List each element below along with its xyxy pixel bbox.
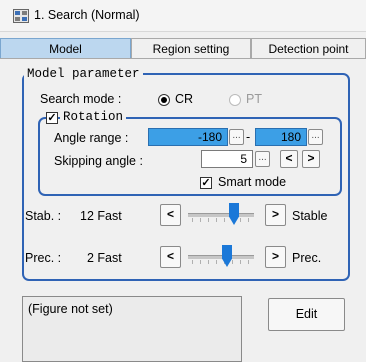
stab-decrease-button[interactable]: < bbox=[160, 204, 181, 226]
prec-increase-button[interactable]: > bbox=[265, 246, 286, 268]
stab-label: Stab. : bbox=[25, 209, 62, 223]
smart-mode-checkbox[interactable]: ✓ bbox=[200, 177, 212, 189]
prec-right-label: Prec. bbox=[292, 251, 322, 265]
tab-underline bbox=[0, 58, 366, 59]
prec-slider-track bbox=[188, 255, 254, 259]
angle-min-edit-button[interactable]: ... bbox=[229, 129, 244, 145]
rotation-legend: Rotation bbox=[60, 110, 127, 124]
model-parameter-legend: Model parameter bbox=[24, 67, 143, 81]
stab-value: 12 Fast bbox=[80, 209, 122, 223]
tab-detection-point[interactable]: Detection point bbox=[251, 38, 366, 59]
window-title: 1. Search (Normal) bbox=[34, 8, 140, 22]
angle-max-edit-button[interactable]: ... bbox=[308, 129, 323, 145]
skipping-angle-label: Skipping angle : bbox=[54, 154, 143, 168]
search-mode-pt-label[interactable]: PT bbox=[246, 92, 262, 106]
skipping-angle-field[interactable]: 5 bbox=[201, 150, 253, 168]
search-mode-cr-radio[interactable] bbox=[158, 94, 170, 106]
prec-slider[interactable] bbox=[188, 244, 254, 270]
skipping-angle-increase-button[interactable]: > bbox=[302, 150, 320, 168]
search-mode-cr-label[interactable]: CR bbox=[175, 92, 193, 106]
stab-slider-ticks bbox=[192, 218, 250, 222]
angle-max-field[interactable]: 180 bbox=[255, 128, 307, 146]
title-bar: 1. Search (Normal) bbox=[0, 0, 366, 32]
prec-decrease-button[interactable]: < bbox=[160, 246, 181, 268]
angle-min-field[interactable]: -180 bbox=[148, 128, 228, 146]
stab-right-label: Stable bbox=[292, 209, 328, 223]
skipping-angle-edit-button[interactable]: ... bbox=[255, 151, 270, 167]
search-window-icon bbox=[13, 9, 29, 23]
angle-range-label: Angle range : bbox=[54, 131, 129, 145]
search-mode-label: Search mode : bbox=[40, 92, 122, 106]
tab-model[interactable]: Model bbox=[0, 38, 131, 59]
stab-increase-button[interactable]: > bbox=[265, 204, 286, 226]
stab-slider-track bbox=[188, 213, 254, 217]
edit-button[interactable]: Edit bbox=[268, 298, 345, 331]
angle-range-separator: - bbox=[246, 130, 251, 144]
stab-slider[interactable] bbox=[188, 202, 254, 228]
prec-label: Prec. : bbox=[25, 251, 62, 265]
figure-preview: (Figure not set) bbox=[22, 296, 242, 362]
tab-bar: Model Region setting Detection point bbox=[0, 38, 366, 59]
prec-slider-ticks bbox=[192, 260, 250, 264]
prec-value: 2 Fast bbox=[87, 251, 122, 265]
figure-status: (Figure not set) bbox=[28, 302, 113, 316]
skipping-angle-decrease-button[interactable]: < bbox=[280, 150, 298, 168]
smart-mode-label[interactable]: Smart mode bbox=[218, 175, 286, 189]
rotation-checkbox[interactable]: ✓ bbox=[46, 112, 58, 124]
search-mode-pt-radio[interactable] bbox=[229, 94, 241, 106]
tab-region-setting[interactable]: Region setting bbox=[131, 38, 251, 59]
